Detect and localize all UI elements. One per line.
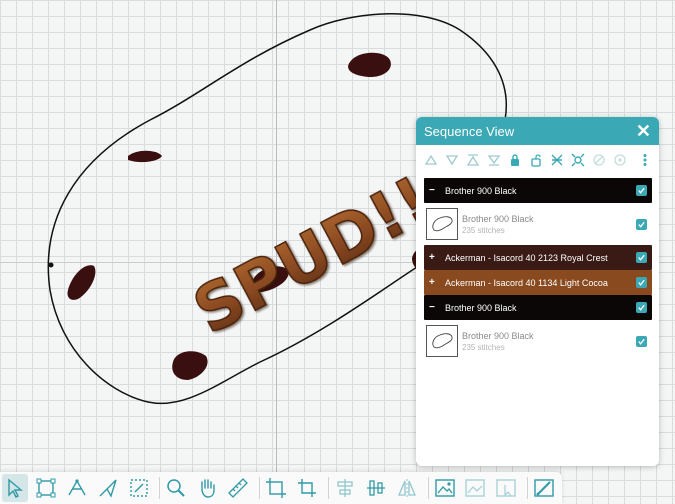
move-last-icon[interactable] bbox=[485, 152, 502, 169]
artboard-icon[interactable] bbox=[263, 474, 289, 502]
zoom-icon[interactable] bbox=[163, 474, 189, 502]
color-group-row[interactable]: − Brother 900 Black bbox=[424, 178, 652, 203]
color-group-label: Brother 900 Black bbox=[445, 302, 517, 313]
mirror-icon[interactable] bbox=[394, 474, 420, 502]
visibility-checkbox[interactable] bbox=[636, 252, 647, 263]
move-first-icon[interactable] bbox=[422, 152, 439, 169]
color-group-label: Ackerman - Isacord 40 1134 Light Cocoa bbox=[445, 277, 608, 288]
spud-text[interactable]: SPUD!! bbox=[182, 163, 445, 350]
visibility-checkbox[interactable] bbox=[636, 302, 647, 313]
color-group-row[interactable]: + Ackerman - Isacord 40 1134 Light Cocoa bbox=[424, 270, 652, 295]
toolbar-separator bbox=[327, 477, 329, 499]
bottom-toolbar bbox=[0, 472, 562, 504]
image-trace-icon[interactable] bbox=[462, 474, 488, 502]
color-group-label: Ackerman - Isacord 40 2123 Royal Crest bbox=[445, 252, 608, 263]
expand-icon[interactable]: + bbox=[429, 252, 441, 263]
object-name: Brother 900 Black bbox=[462, 330, 534, 341]
ruler-icon[interactable] bbox=[225, 474, 251, 502]
sequence-view-panel: Sequence View ✕ − Brother 900 Black Brot… bbox=[416, 117, 659, 466]
visibility-checkbox[interactable] bbox=[636, 218, 647, 230]
unlock-icon[interactable] bbox=[527, 152, 544, 169]
align-middle-icon[interactable] bbox=[363, 474, 389, 502]
sequence-toolbar bbox=[416, 145, 659, 175]
align-center-icon[interactable] bbox=[332, 474, 358, 502]
toolbar-separator bbox=[427, 477, 429, 499]
crop-marks-icon[interactable] bbox=[294, 474, 320, 502]
expand-icon[interactable]: + bbox=[429, 277, 441, 288]
move-down-icon[interactable] bbox=[464, 152, 481, 169]
more-options-icon[interactable] bbox=[636, 152, 653, 169]
stitch-count: 235 stitches bbox=[462, 342, 505, 352]
object-thumbnail bbox=[426, 325, 458, 357]
object-row[interactable]: Brother 900 Black 235 stitches bbox=[424, 322, 652, 360]
crop-tool-icon[interactable] bbox=[126, 474, 152, 502]
toolbar-separator bbox=[527, 477, 529, 499]
collapse-icon[interactable]: − bbox=[429, 185, 441, 196]
color-group-row[interactable]: − Brother 900 Black bbox=[424, 295, 652, 320]
outline-node[interactable] bbox=[48, 262, 54, 268]
visibility-icon[interactable] bbox=[590, 152, 607, 169]
color-group-row[interactable]: + Ackerman - Isacord 40 2123 Royal Crest bbox=[424, 245, 652, 270]
pan-hand-icon[interactable] bbox=[194, 474, 220, 502]
object-thumbnail bbox=[426, 208, 458, 240]
pen-tool-icon[interactable] bbox=[64, 474, 90, 502]
ungroup-icon[interactable] bbox=[569, 152, 586, 169]
object-name: Brother 900 Black bbox=[462, 213, 534, 224]
image-edit-icon[interactable] bbox=[493, 474, 519, 502]
move-up-icon[interactable] bbox=[443, 152, 460, 169]
image-icon[interactable] bbox=[432, 474, 458, 502]
lock-icon[interactable] bbox=[506, 152, 523, 169]
visibility-checkbox[interactable] bbox=[636, 335, 647, 347]
close-icon[interactable]: ✕ bbox=[636, 122, 651, 140]
stitch-count: 235 stitches bbox=[462, 225, 505, 235]
group-icon[interactable] bbox=[548, 152, 565, 169]
select-tool-icon[interactable] bbox=[2, 474, 28, 502]
visibility-checkbox[interactable] bbox=[636, 185, 647, 196]
node-edit-icon[interactable] bbox=[33, 474, 59, 502]
panel-header: Sequence View ✕ bbox=[416, 117, 659, 145]
collapse-icon[interactable]: − bbox=[429, 302, 441, 313]
hide-icon[interactable] bbox=[611, 152, 628, 169]
visibility-checkbox[interactable] bbox=[636, 277, 647, 288]
object-row[interactable]: Brother 900 Black 235 stitches bbox=[424, 205, 652, 243]
color-group-label: Brother 900 Black bbox=[445, 185, 517, 196]
pen-alt-tool-icon[interactable] bbox=[95, 474, 121, 502]
toolbar-separator bbox=[159, 477, 161, 499]
panel-title: Sequence View bbox=[424, 123, 515, 139]
toolbar-separator bbox=[259, 477, 261, 499]
design-settings-icon[interactable] bbox=[531, 474, 557, 502]
